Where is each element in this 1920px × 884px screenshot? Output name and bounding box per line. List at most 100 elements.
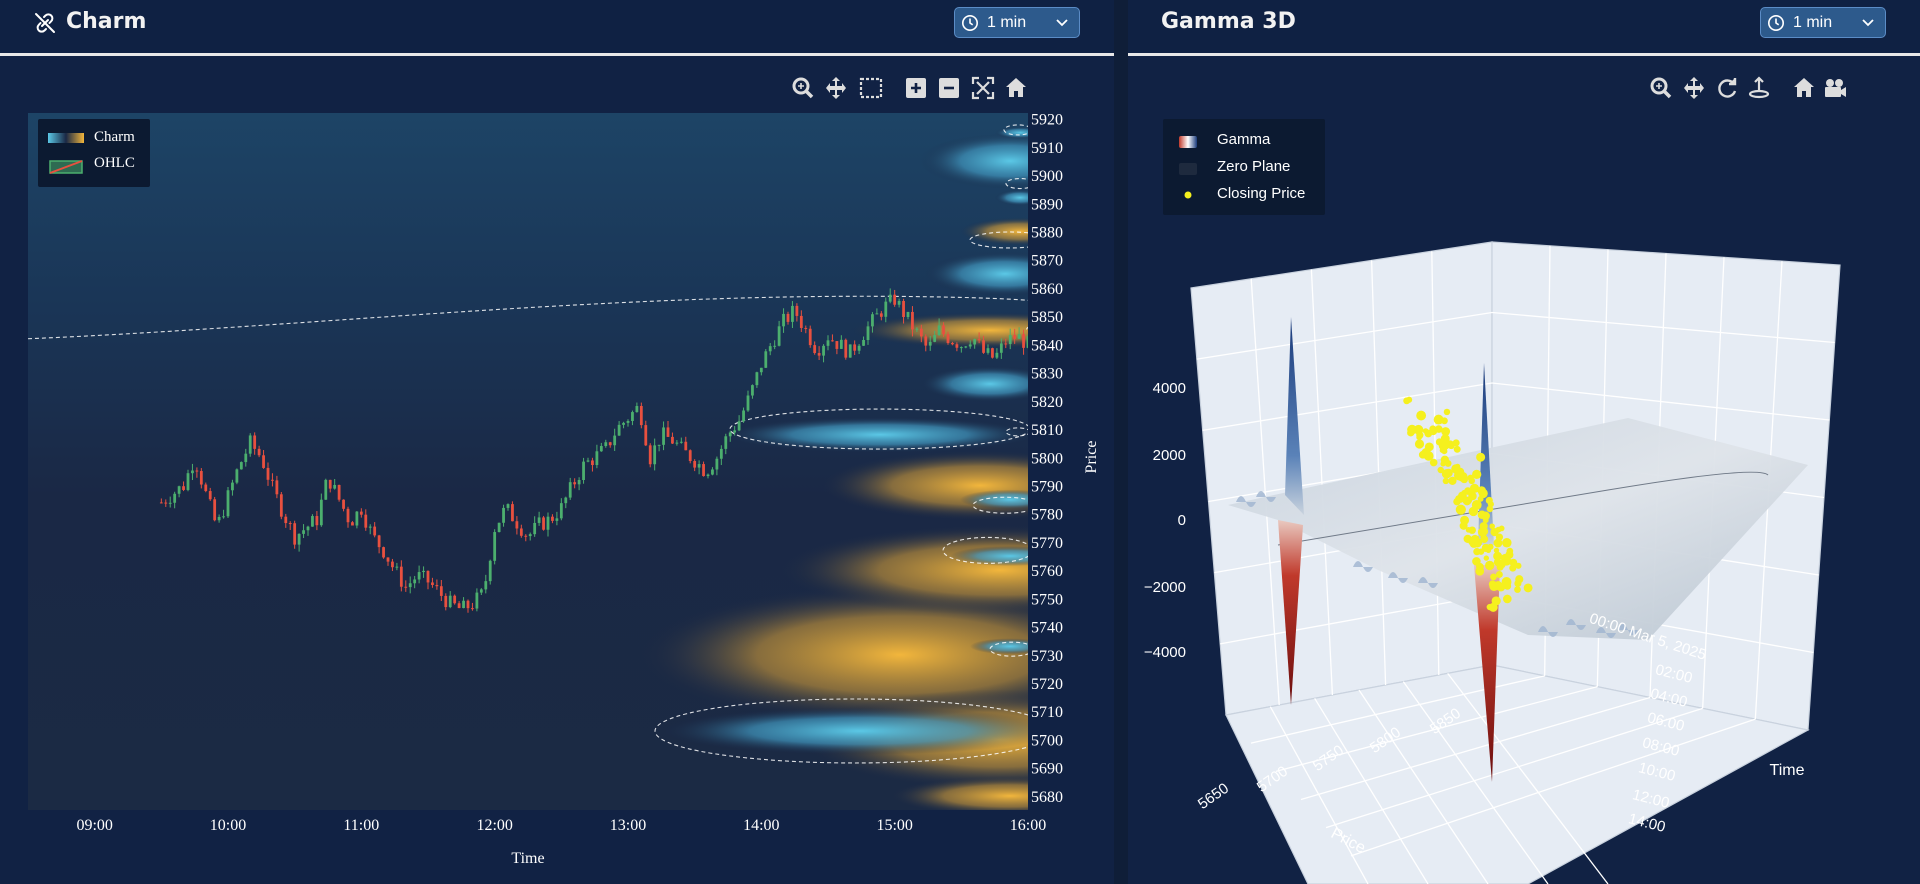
- ohlc-candle: [942, 325, 945, 335]
- ohlc-candle: [697, 464, 701, 468]
- y-tick-label: 5740: [1031, 620, 1063, 637]
- y-tick-label: 5860: [1031, 281, 1063, 298]
- ohlc-candle: [684, 441, 688, 451]
- ohlc-candle: [342, 499, 345, 509]
- y-tick-label: 5850: [1031, 309, 1063, 326]
- closing-price-point: [1414, 439, 1425, 449]
- ohlc-candle: [844, 339, 848, 358]
- ohlc-candle: [293, 523, 297, 545]
- ohlc-candle: [875, 313, 879, 315]
- ohlc-candle: [1013, 335, 1017, 339]
- ohlc-candle: [191, 470, 194, 474]
- gamma3d-panel: Gamma 3D 1 min 4000 2000 0 −2000 −4000 5…: [1128, 0, 1920, 884]
- ohlc-candle: [826, 340, 830, 346]
- interval-select[interactable]: 1 min: [954, 7, 1080, 38]
- gamma3d-panel-header: Gamma 3D 1 min: [1128, 0, 1920, 56]
- ohlc-candle: [835, 341, 839, 349]
- ohlc-candle: [706, 474, 710, 477]
- ohlc-candle: [893, 294, 897, 305]
- ohlc-candle: [933, 335, 937, 342]
- y-tick-label: 5790: [1031, 478, 1063, 495]
- ohlc-candle: [871, 314, 874, 327]
- ohlc-candle: [551, 516, 554, 521]
- closing-price-point: [1495, 526, 1502, 533]
- ohlc-candle: [173, 493, 177, 503]
- ohlc-candle: [488, 560, 492, 582]
- x-tick-label: 15:00: [876, 817, 912, 834]
- ohlc-candle: [555, 518, 559, 521]
- interval-select[interactable]: 1 min: [1760, 7, 1886, 38]
- ohlc-candle: [595, 451, 599, 466]
- ohlc-candle: [946, 334, 950, 344]
- y-tick-label: 5680: [1031, 789, 1063, 806]
- ohlc-candle: [1008, 335, 1012, 345]
- y-tick-label: 5890: [1031, 196, 1063, 213]
- closing-price-point: [1433, 414, 1444, 425]
- closing-price-point: [1479, 522, 1488, 531]
- y-tick-label: 5910: [1031, 140, 1063, 157]
- ohlc-candle: [853, 344, 857, 351]
- ohlc-candle: [982, 340, 985, 353]
- ohlc-candle: [275, 480, 279, 495]
- ohlc-candle: [795, 305, 799, 316]
- closing-price-point: [1437, 466, 1444, 474]
- ohlc-candle: [755, 372, 759, 386]
- y-tick-label: 14:00: [1627, 810, 1668, 836]
- ohlc-candle: [799, 315, 803, 328]
- ohlc-candle: [666, 427, 670, 437]
- x-tick-label: 11:00: [343, 817, 379, 834]
- heat-cell: [720, 416, 1028, 453]
- y-tick-label: 5750: [1031, 591, 1063, 608]
- ohlc-candle: [879, 313, 883, 317]
- z-tick-label: 4000: [1153, 380, 1186, 397]
- ohlc-candle: [359, 511, 363, 515]
- ohlc-candle: [653, 445, 657, 465]
- ohlc-candle: [573, 482, 577, 485]
- ohlc-candle: [439, 586, 443, 596]
- closing-price-swatch-icon: [1184, 191, 1192, 199]
- chevron-down-icon: [1056, 19, 1068, 27]
- ohlc-candle: [951, 343, 954, 345]
- y-tick-label: 5810: [1031, 422, 1063, 439]
- ohlc-candle: [959, 347, 963, 349]
- ohlc-candle: [213, 499, 217, 521]
- ohlc-candle: [817, 353, 821, 356]
- ohlc-candle: [662, 427, 665, 445]
- ohlc-candle: [306, 526, 310, 531]
- ohlc-candle: [311, 516, 314, 527]
- closing-price-point: [1452, 439, 1460, 447]
- ohlc-candle: [182, 486, 185, 490]
- ohlc-candle: [986, 348, 990, 353]
- ohlc-candle: [831, 340, 834, 342]
- ohlc-candle: [217, 516, 221, 521]
- ohlc-candle: [968, 344, 972, 347]
- ohlc-candle: [444, 595, 448, 608]
- ohlc-candle: [457, 603, 461, 609]
- ohlc-candle: [431, 582, 434, 586]
- ohlc-candle: [186, 473, 190, 490]
- ohlc-candle: [559, 503, 563, 519]
- legend-label: Gamma: [1217, 131, 1271, 148]
- closing-price-point: [1444, 459, 1452, 467]
- ohlc-candle: [235, 469, 239, 483]
- ohlc-candle: [515, 521, 519, 529]
- charm-heatmap-chart[interactable]: 09:00 10:00 11:00 12:00 13:00 14:00 15:00 16:00…: [0, 95, 1114, 884]
- ohlc-candle: [999, 343, 1003, 353]
- closing-price-point: [1503, 594, 1512, 604]
- closing-price-point: [1451, 464, 1461, 474]
- closing-price-point: [1515, 562, 1522, 569]
- ohlc-candle: [524, 535, 528, 537]
- ohlc-candle: [906, 311, 910, 318]
- ohlc-candle: [302, 530, 305, 534]
- ohlc-candle: [862, 340, 865, 346]
- ohlc-candle: [848, 344, 852, 358]
- ohlc-candle: [199, 471, 203, 485]
- ohlc-candle: [244, 453, 248, 463]
- y-tick-label: 5900: [1031, 168, 1063, 185]
- interval-label: 1 min: [1793, 14, 1833, 31]
- heatmap-area: [28, 113, 1028, 810]
- gamma-legend: Gamma Zero Plane Closing Price: [1163, 119, 1325, 215]
- interval-label: 1 min: [987, 14, 1027, 31]
- clock-icon: [1767, 14, 1785, 32]
- ohlc-candle: [639, 406, 643, 426]
